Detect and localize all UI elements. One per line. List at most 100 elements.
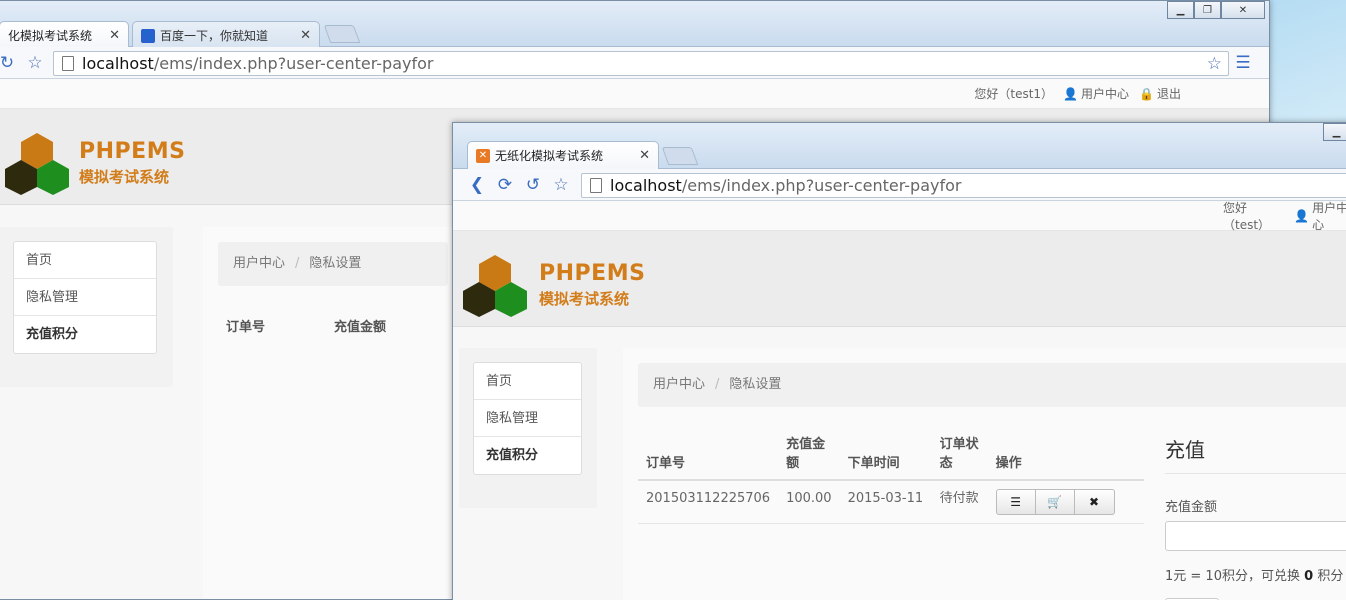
tab-baidu[interactable]: 🐾 百度一下，你就知道 ✕ xyxy=(132,21,320,49)
window-controls: ▁ xyxy=(1323,123,1346,141)
new-tab-button[interactable] xyxy=(661,147,699,165)
table-row: 201503112225706 100.00 2015-03-11 待付款 ☰ … xyxy=(638,480,1144,524)
browser-toolbar: ❮ ⟳ ↺ ☆ localhost/ems/index.php?user-cen… xyxy=(453,169,1346,201)
url-path: /ems/index.php?user-center-payfor xyxy=(681,176,962,195)
breadcrumb-user-center[interactable]: 用户中心 xyxy=(653,377,705,392)
orders-table: 订单号 充值金额 下单时间 订单状态 操作 201503112225706 10… xyxy=(638,425,1144,524)
close-icon[interactable]: ✕ xyxy=(300,28,311,43)
tab-exam-system[interactable]: ✕ 无纸化模拟考试系统 ✕ xyxy=(467,141,659,169)
brand-subtitle: 模拟考试系统 xyxy=(79,168,170,186)
sidebar-menu: 首页 隐私管理 充值积分 xyxy=(473,362,582,475)
breadcrumb-privacy: 隐私设置 xyxy=(729,377,782,392)
greeting: 您好（test1） xyxy=(974,87,1054,101)
amount-input[interactable] xyxy=(1165,521,1346,551)
baidu-icon: 🐾 xyxy=(141,28,155,43)
brand-subtitle: 模拟考试系统 xyxy=(539,290,630,308)
col-amount: 充值金额 xyxy=(778,425,840,481)
order-no: 201503112225706 xyxy=(638,480,779,524)
sidebar-item-recharge[interactable]: 充值积分 xyxy=(474,437,581,474)
lock-icon: 🔒 xyxy=(1139,86,1154,101)
user-center-label: 用户中心 xyxy=(1081,87,1130,101)
menu-icon[interactable]: ☰ xyxy=(1229,53,1257,73)
breadcrumb: 用户中心 / 隐私设置 xyxy=(218,242,448,286)
logout-link[interactable]: 🔒 退出 xyxy=(1139,85,1181,102)
refresh-icon[interactable]: ⟳ xyxy=(491,175,519,195)
table-header: 订单号 充值金额 xyxy=(218,316,448,335)
sidebar: 首页 隐私管理 充值积分 xyxy=(0,227,173,387)
main-panel: 用户中心 / 隐私设置 订单号 充值金额 xyxy=(203,227,463,599)
close-icon[interactable]: ✕ xyxy=(109,28,120,43)
col-order-no: 订单号 xyxy=(226,320,266,335)
note-suffix: 积分 xyxy=(1317,569,1344,584)
breadcrumb: 用户中心 / 隐私设置 xyxy=(638,363,1346,407)
user-center-label: 用户中心 xyxy=(1312,200,1346,232)
order-amount: 100.00 xyxy=(778,480,840,524)
sidebar-item-privacy[interactable]: 隐私管理 xyxy=(474,400,581,437)
note-prefix: 1元 = 10积分，可兑换 xyxy=(1165,569,1300,584)
col-status: 订单状态 xyxy=(931,425,988,481)
new-tab-button[interactable] xyxy=(323,25,361,43)
tab-label: 化模拟考试系统 xyxy=(8,29,93,43)
sidebar-item-privacy[interactable]: 隐私管理 xyxy=(14,279,156,316)
sidebar-item-recharge[interactable]: 充值积分 xyxy=(14,316,156,353)
amount-label: 充值金额 xyxy=(1165,500,1218,515)
address-bar[interactable]: localhost/ems/index.php?user-center-payf… xyxy=(53,51,1229,76)
xampp-icon: ✕ xyxy=(476,148,490,163)
user-icon: 👤 xyxy=(1294,208,1310,223)
delete-icon[interactable]: ✖ xyxy=(1075,490,1114,514)
main-panel: 用户中心 / 隐私设置 订单号 充值金额 下单时间 订单状态 操作 20150311… xyxy=(623,348,1346,600)
maximize-icon[interactable]: ❐ xyxy=(1194,1,1221,19)
col-time: 下单时间 xyxy=(839,425,932,481)
site-header: PHPEMS 模拟考试系统 xyxy=(453,231,1346,327)
url-path: /ems/index.php?user-center-payfor xyxy=(153,54,434,73)
sidebar-menu: 首页 隐私管理 充值积分 xyxy=(13,241,157,354)
tab-exam-system[interactable]: 化模拟考试系统 ✕ xyxy=(0,21,129,49)
logo-hexagons xyxy=(463,255,527,317)
user-topbar: 您好（test1） 👤 用户中心 🔒 退出 xyxy=(0,79,1269,109)
minimize-icon[interactable]: ▁ xyxy=(1323,123,1346,141)
col-order-no: 订单号 xyxy=(638,425,779,481)
recharge-panel: 充值 充值金额 1元 = 10积分，可兑换 0 积分 xyxy=(1165,434,1346,600)
tab-label: 百度一下，你就知道 xyxy=(160,29,269,43)
divider xyxy=(1165,473,1346,474)
order-status: 待付款 xyxy=(931,480,988,524)
url-host: localhost xyxy=(610,176,682,195)
bookmark-star-icon[interactable]: ☆ xyxy=(21,53,49,73)
brand: PHPEMS 模拟考试系统 xyxy=(79,139,185,187)
tab-label: 无纸化模拟考试系统 xyxy=(495,149,604,163)
order-time: 2015-03-11 xyxy=(839,480,932,524)
browser-window-front: ✕ 无纸化模拟考试系统 ✕ ▁ ❮ ⟳ ↺ ☆ localhost/ems/in… xyxy=(452,122,1346,600)
minimize-icon[interactable]: ▁ xyxy=(1167,1,1194,19)
list-icon[interactable]: ☰ xyxy=(997,490,1036,514)
brand-name: PHPEMS xyxy=(539,261,646,286)
note-value: 0 xyxy=(1304,569,1314,584)
close-icon[interactable]: ✕ xyxy=(639,148,650,163)
sidebar: 首页 隐私管理 充值积分 xyxy=(459,348,597,508)
window-controls: ▁ ❐ ✕ xyxy=(1167,1,1265,19)
page-icon xyxy=(62,56,74,71)
close-window-icon[interactable]: ✕ xyxy=(1221,1,1265,19)
cart-icon[interactable]: 🛒 xyxy=(1036,490,1075,514)
sidebar-item-home[interactable]: 首页 xyxy=(474,363,581,400)
col-actions: 操作 xyxy=(987,425,1144,481)
order-actions: ☰ 🛒 ✖ xyxy=(987,480,1144,524)
page-content: 您好（test） 👤 用户中心 PHPEMS 模拟考试系统 首页 隐私管理 充值积… xyxy=(453,201,1346,600)
address-bar[interactable]: localhost/ems/index.php?user-center-payf… xyxy=(581,173,1346,198)
brand-name: PHPEMS xyxy=(79,139,186,164)
action-buttons: ☰ 🛒 ✖ xyxy=(995,489,1115,515)
user-center-link[interactable]: 👤 用户中心 xyxy=(1063,85,1129,102)
url-host: localhost xyxy=(82,54,154,73)
user-center-link[interactable]: 👤 用户中心 xyxy=(1294,199,1346,233)
logout-label: 退出 xyxy=(1156,87,1181,101)
reload-icon[interactable]: ↻ xyxy=(0,53,21,73)
reload-icon[interactable]: ↺ xyxy=(519,175,547,195)
tab-bar: ✕ 无纸化模拟考试系统 ✕ ▁ xyxy=(453,123,1346,169)
brand: PHPEMS 模拟考试系统 xyxy=(539,261,645,309)
bookmark-star-icon[interactable]: ☆ xyxy=(547,175,575,195)
back-icon[interactable]: ❮ xyxy=(463,175,491,195)
breadcrumb-user-center[interactable]: 用户中心 xyxy=(233,256,285,271)
exchange-note: 1元 = 10积分，可兑换 0 积分 xyxy=(1165,565,1346,584)
greeting: 您好（test） xyxy=(1223,200,1271,232)
sidebar-item-home[interactable]: 首页 xyxy=(14,242,156,279)
star-icon[interactable]: ☆ xyxy=(1207,54,1222,74)
